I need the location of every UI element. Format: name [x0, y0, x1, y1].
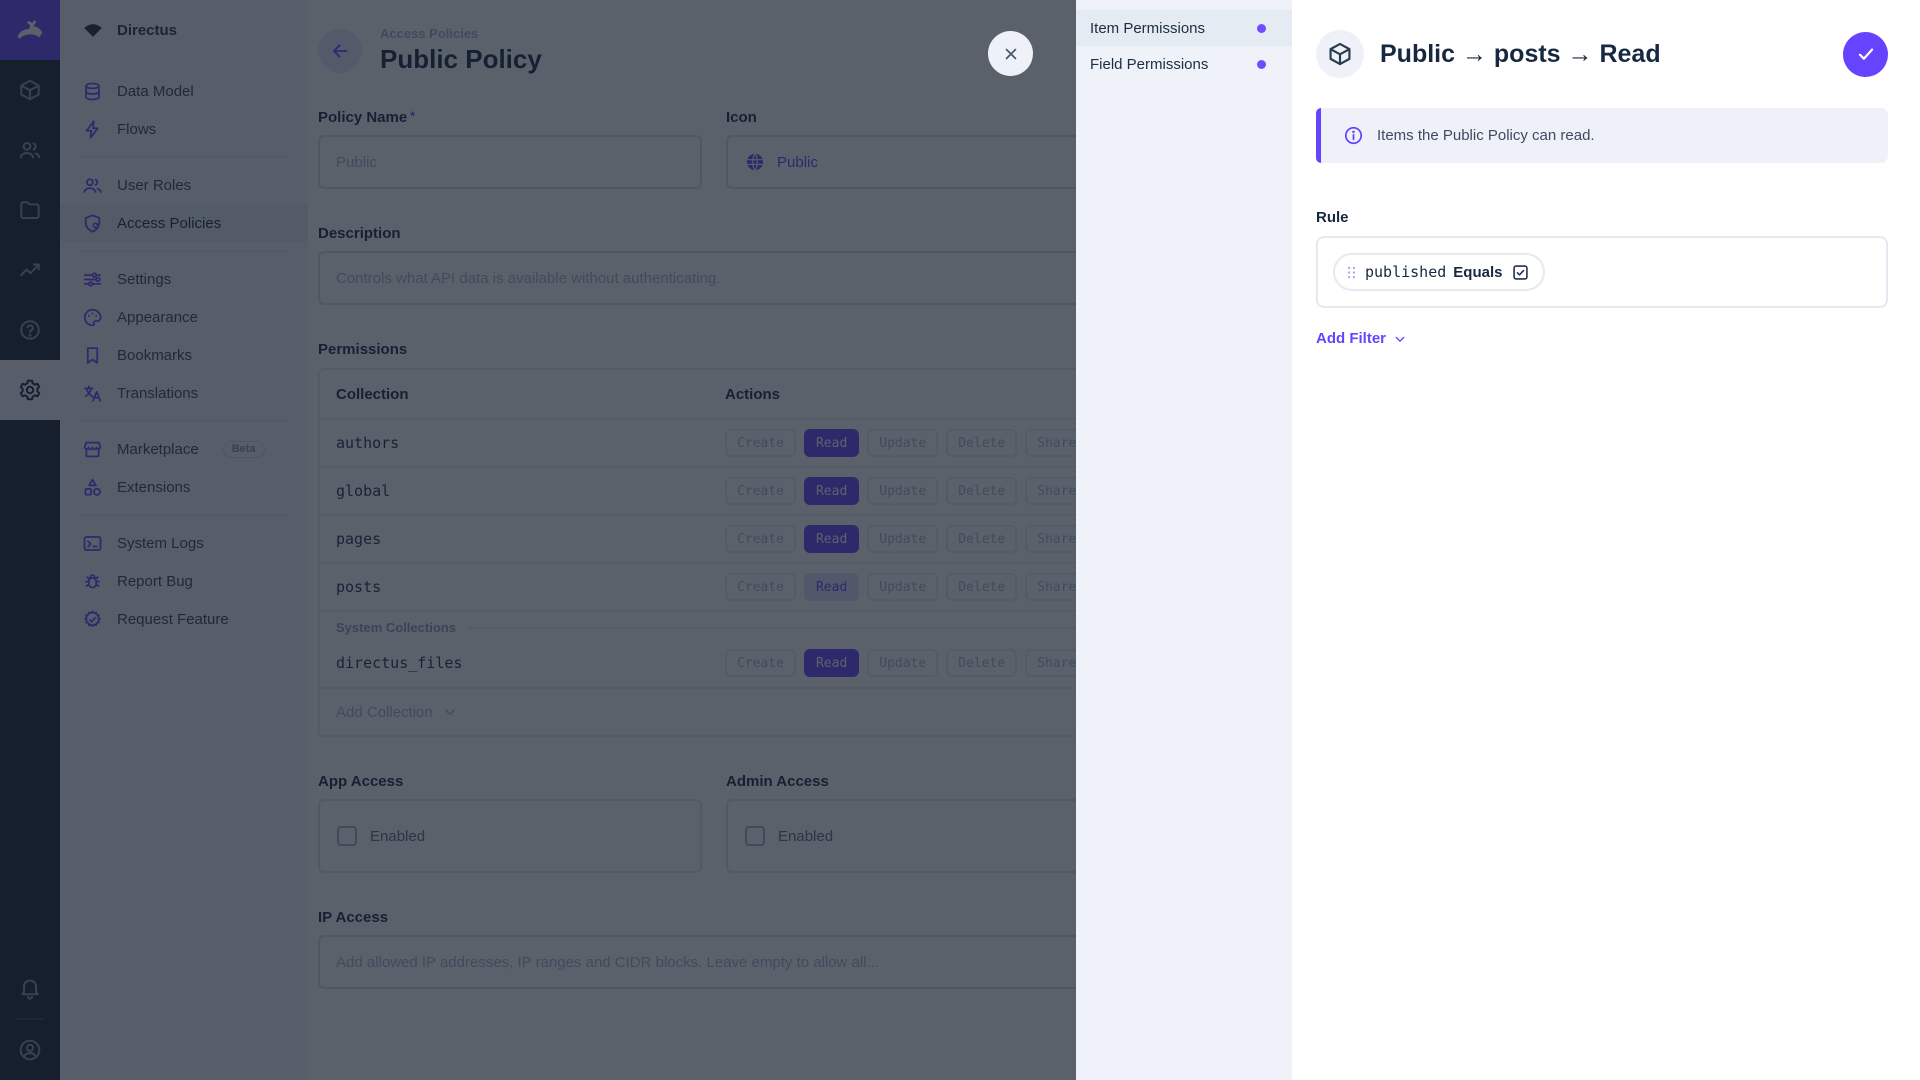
permission-dot-icon [1257, 23, 1266, 33]
drawer-title: Public → posts → Read [1380, 39, 1661, 68]
info-banner: Items the Public Policy can read. [1316, 108, 1888, 163]
info-banner-text: Items the Public Policy can read. [1377, 127, 1595, 144]
drawer-tab-label: Field Permissions [1090, 55, 1209, 73]
drawer-side-nav: Item Permissions Field Permissions [1076, 0, 1292, 1080]
rule-box: published Equals [1316, 236, 1888, 308]
add-filter-button[interactable]: Add Filter [1316, 330, 1408, 347]
permission-dot-icon [1257, 59, 1266, 69]
filter-chip[interactable]: published Equals [1333, 253, 1546, 291]
close-icon [1001, 44, 1021, 64]
permission-drawer: Public → posts → Read Items the Public P… [1292, 0, 1920, 1080]
check-icon [1855, 43, 1877, 65]
drawer-header: Public → posts → Read [1316, 30, 1888, 78]
drag-handle-icon[interactable] [1343, 264, 1360, 281]
box-icon [1327, 41, 1353, 67]
filter-field-name[interactable]: published [1365, 263, 1446, 281]
drawer-close-button[interactable] [988, 31, 1033, 76]
chevron-down-icon [1392, 331, 1408, 347]
info-icon [1343, 125, 1364, 146]
drawer-tab-item-permissions[interactable]: Item Permissions [1076, 10, 1292, 46]
save-button[interactable] [1843, 31, 1888, 77]
rule-label: Rule [1316, 209, 1349, 226]
drawer-tab-field-permissions[interactable]: Field Permissions [1076, 46, 1292, 82]
filter-value-checkbox-icon[interactable] [1511, 263, 1530, 282]
drawer-tab-label: Item Permissions [1090, 19, 1206, 37]
filter-operator[interactable]: Equals [1453, 264, 1502, 281]
drawer-header-icon-circle [1316, 30, 1364, 78]
